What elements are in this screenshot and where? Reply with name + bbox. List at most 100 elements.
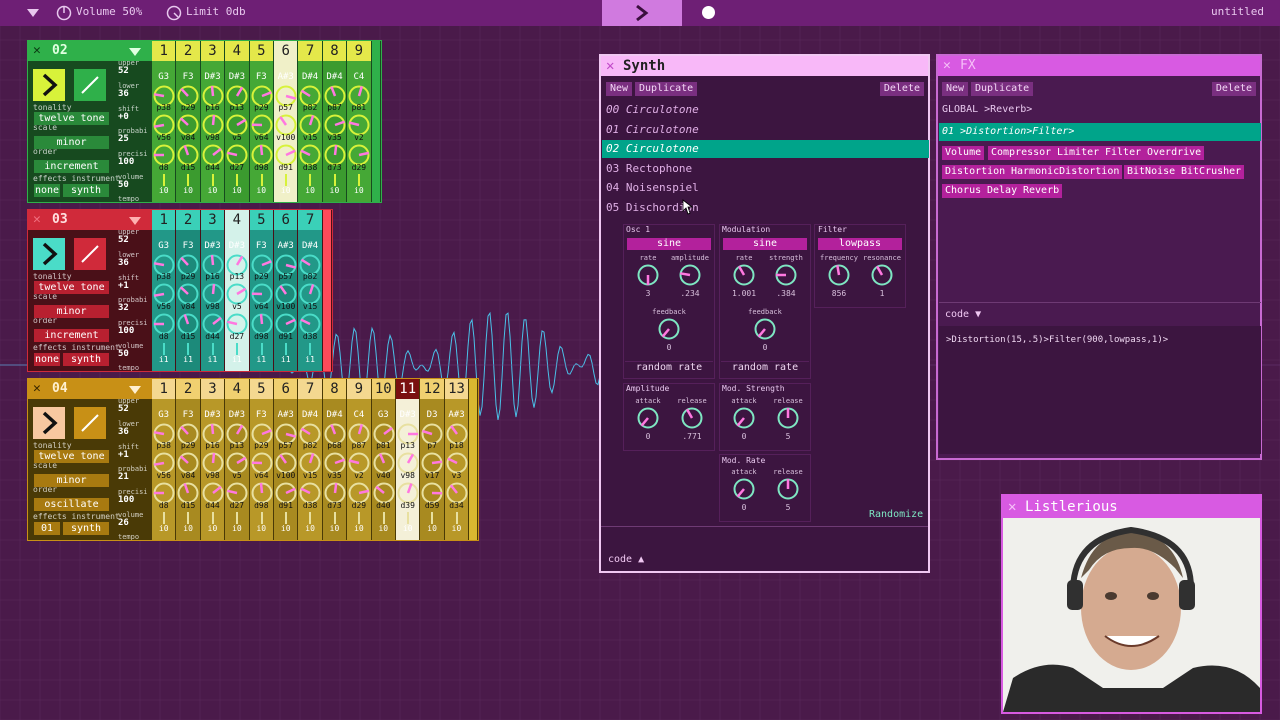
step-number[interactable]: 9 <box>347 379 371 399</box>
step-note[interactable]: D#3 <box>201 241 224 251</box>
step-number[interactable]: 5 <box>249 379 273 399</box>
param-value-lower[interactable]: 36 <box>118 427 129 437</box>
fx-code-toggle[interactable]: code ▼ <box>945 309 981 320</box>
fx-close-icon[interactable]: ✕ <box>943 56 951 76</box>
order-select[interactable]: oscillate <box>34 498 109 511</box>
osc1-waveform-select[interactable]: sine <box>627 238 711 250</box>
step-note[interactable]: D#3 <box>201 72 224 82</box>
step-note[interactable]: F3 <box>250 72 273 82</box>
fx-delete-button[interactable]: Delete <box>1211 82 1256 96</box>
fx-new-button[interactable]: New <box>942 82 969 96</box>
param-value-volume[interactable]: 50 <box>118 180 129 190</box>
param-value-lower[interactable]: 36 <box>118 258 129 268</box>
fx-tag-delay[interactable]: Delay <box>984 184 1021 198</box>
param-value-lower[interactable]: 36 <box>118 89 129 99</box>
step-note[interactable]: F3 <box>250 410 273 420</box>
menu-chevron-icon[interactable] <box>26 6 40 20</box>
step-number[interactable]: 7 <box>298 210 322 230</box>
step-note[interactable]: D#4 <box>298 410 321 420</box>
step-slider-track[interactable] <box>163 343 165 355</box>
step-note[interactable]: A#3 <box>274 72 297 82</box>
step-number[interactable]: 9 <box>347 41 371 61</box>
limit-label[interactable]: Limit 0db <box>186 5 246 18</box>
step-number[interactable]: 1 <box>152 210 176 230</box>
sequencer-edit-button[interactable] <box>74 238 106 270</box>
param-value-tempo[interactable]: 60 <box>118 371 129 372</box>
step-slider-track[interactable] <box>260 174 263 186</box>
filter-frequency-knob[interactable] <box>827 263 851 287</box>
step-slider-track[interactable] <box>455 512 458 524</box>
step-number[interactable]: 13 <box>444 379 469 399</box>
step-slider-track[interactable] <box>407 512 409 524</box>
step-number[interactable]: 12 <box>420 379 444 399</box>
sequencer-length-handle[interactable] <box>322 210 331 371</box>
close-icon[interactable]: ✕ <box>606 56 614 76</box>
step-number[interactable]: 1 <box>152 379 176 399</box>
step-note[interactable]: D#4 <box>323 410 346 420</box>
randomize-button[interactable]: Randomize <box>865 508 928 522</box>
step-number[interactable]: 1 <box>152 41 176 61</box>
step-note[interactable]: G3 <box>152 72 175 82</box>
step-note[interactable]: G3 <box>152 241 175 251</box>
play-button[interactable] <box>602 0 682 26</box>
step-slider-track[interactable] <box>211 343 214 355</box>
step-slider-track[interactable] <box>333 512 336 524</box>
step-note[interactable]: G3 <box>152 410 175 420</box>
param-value-prob[interactable]: 25 <box>118 134 129 144</box>
mod-feedback-knob[interactable] <box>753 317 777 341</box>
mod-rate-knob[interactable] <box>732 263 756 287</box>
param-value-shift[interactable]: +1 <box>118 450 129 460</box>
preset-item[interactable]: 02 Circulotone <box>602 140 929 158</box>
effects-select[interactable]: none <box>34 353 60 366</box>
step-slider-track[interactable] <box>236 512 239 524</box>
param-value-prob[interactable]: 32 <box>118 303 129 313</box>
fx-tag-limiter[interactable]: Limiter <box>1054 146 1103 160</box>
step-slider-track[interactable] <box>236 343 239 355</box>
param-value-shift[interactable]: +0 <box>118 112 129 122</box>
param-value-volume[interactable]: 50 <box>118 349 129 359</box>
sequencer-play-button[interactable] <box>33 407 65 439</box>
tonality-select[interactable]: twelve tone <box>34 281 109 294</box>
step-number[interactable]: 6 <box>274 41 298 61</box>
step-number[interactable]: 10 <box>371 379 395 399</box>
step-note[interactable]: D#4 <box>298 72 321 82</box>
param-value-shift[interactable]: +1 <box>118 281 129 291</box>
step-note[interactable]: D#4 <box>323 72 346 82</box>
step-number[interactable]: 4 <box>225 379 249 399</box>
step-number[interactable]: 7 <box>298 41 322 61</box>
step-note[interactable]: D#3 <box>225 410 248 420</box>
limit-knob-icon[interactable] <box>166 5 182 21</box>
step-slider-track[interactable] <box>358 512 361 524</box>
close-icon[interactable]: ✕ <box>33 381 41 396</box>
fx-tag-distortion[interactable]: Distortion <box>942 165 1009 179</box>
step-number[interactable]: 2 <box>176 41 200 61</box>
param-value-tempo[interactable]: 120 <box>118 540 134 541</box>
sequencer-edit-button[interactable] <box>74 407 106 439</box>
synth-code-toggle[interactable]: code ▲ <box>608 554 644 565</box>
step-slider-track[interactable] <box>285 174 287 186</box>
step-number[interactable]: 4 <box>225 210 249 230</box>
step-slider-track[interactable] <box>187 174 190 186</box>
effects-select[interactable]: 01 <box>34 522 60 535</box>
fx-tag-bitnoise[interactable]: BitNoise <box>1124 165 1179 179</box>
step-note[interactable]: D#3 <box>225 72 248 82</box>
mod-random-rate-button[interactable]: random rate <box>721 361 809 375</box>
step-note[interactable]: F3 <box>176 410 199 420</box>
sequencer-edit-button[interactable] <box>74 69 106 101</box>
fx-global-chain[interactable]: GLOBAL >Reverb> <box>942 104 1032 115</box>
step-number[interactable]: 3 <box>200 379 225 399</box>
fx-tag-filter[interactable]: Filter <box>1102 146 1145 160</box>
instrument-select[interactable]: synth <box>63 353 109 366</box>
step-note[interactable]: D#3 <box>201 410 224 420</box>
sequencer-play-button[interactable] <box>33 69 65 101</box>
step-slider-track[interactable] <box>431 512 434 524</box>
sequencer-play-button[interactable] <box>33 238 65 270</box>
fx-code-text[interactable]: >Distortion(15,.5)>Filter(900,lowpass,1)… <box>946 335 1168 345</box>
step-note[interactable]: A#3 <box>445 410 468 420</box>
osc-feedback-knob[interactable] <box>657 317 681 341</box>
record-button[interactable] <box>702 6 715 19</box>
step-number[interactable]: 5 <box>249 41 273 61</box>
step-number[interactable]: 8 <box>322 379 347 399</box>
scale-select[interactable]: minor <box>34 136 109 149</box>
step-number[interactable]: 4 <box>225 41 249 61</box>
